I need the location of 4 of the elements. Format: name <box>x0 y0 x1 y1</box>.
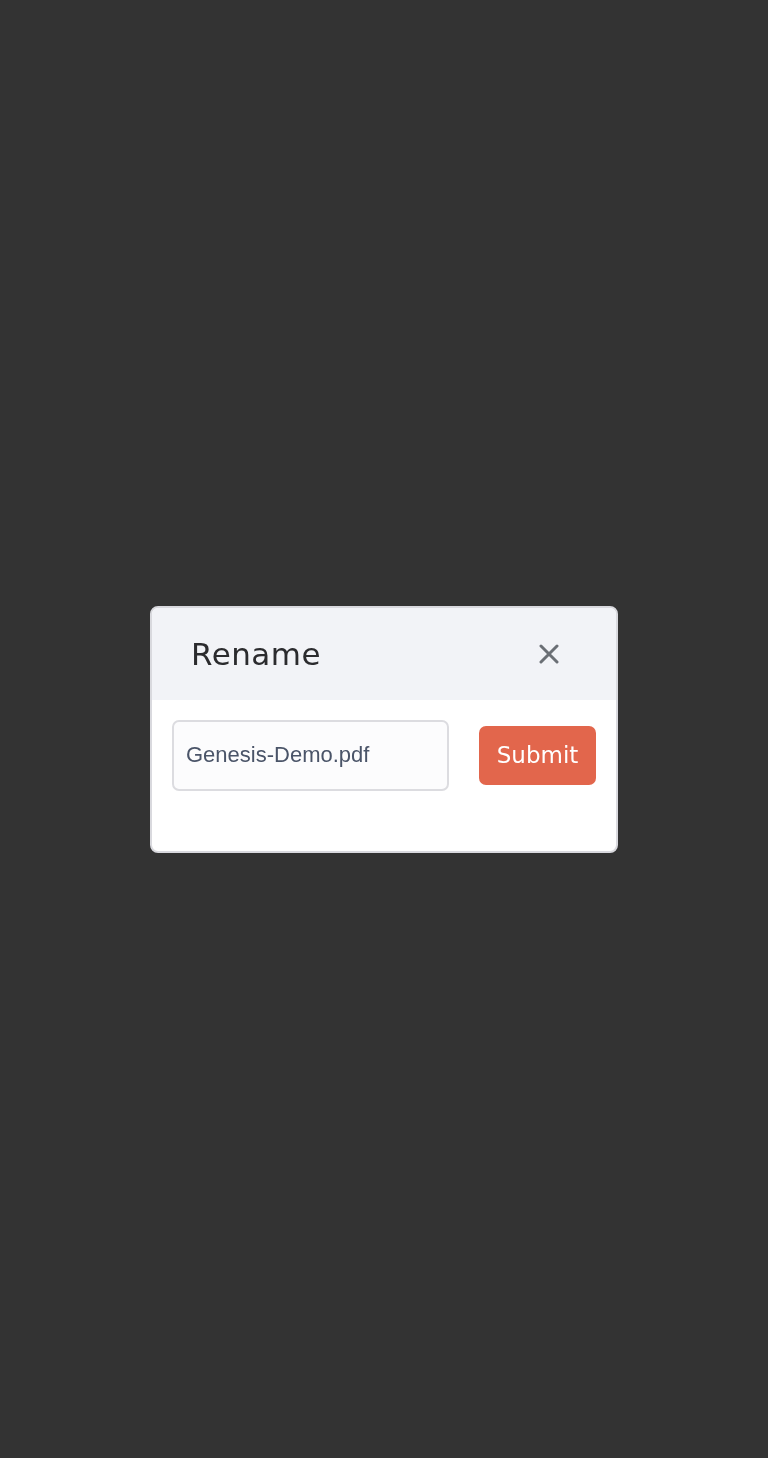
close-button[interactable] <box>538 642 560 665</box>
dialog-title: Rename <box>191 635 322 672</box>
filename-input[interactable]: Genesis-Demo.pdf <box>172 719 449 791</box>
close-icon <box>539 643 559 664</box>
